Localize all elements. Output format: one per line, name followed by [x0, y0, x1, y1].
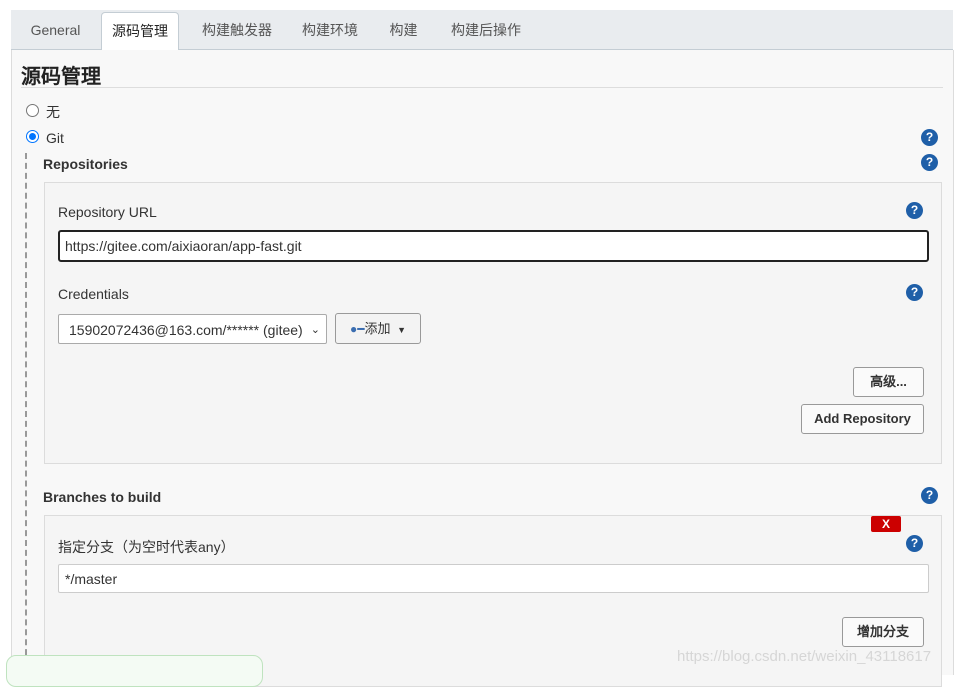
repository-url-label: Repository URL [58, 204, 157, 220]
config-tab-bar: General 源码管理 构建触发器 构建环境 构建 构建后操作 [11, 10, 953, 51]
watermark-text: https://blog.csdn.net/weixin_43118617 [677, 648, 932, 665]
tab-build-triggers[interactable]: 构建触发器 [191, 10, 283, 49]
section-title: 源码管理 [21, 66, 101, 88]
credentials-selected-value: 15902072436@163.com/****** (gitee) [69, 322, 303, 338]
credentials-select[interactable]: 15902072436@163.com/****** (gitee) ⌄ [58, 314, 327, 344]
add-credentials-label: 添加 [364, 321, 391, 336]
branches-help-icon[interactable]: ? [921, 487, 938, 504]
git-help-icon[interactable]: ? [921, 129, 938, 146]
tab-build[interactable]: 构建 [381, 10, 426, 49]
branches-to-build-label: Branches to build [43, 489, 162, 505]
save-bar [6, 655, 263, 687]
delete-branch-button[interactable]: X [871, 516, 901, 532]
add-credentials-button[interactable]: ●━添加 ▼ [335, 313, 421, 344]
branch-specifier-help-icon[interactable]: ? [906, 535, 923, 552]
tab-general[interactable]: General [22, 10, 89, 49]
branch-specifier-input[interactable]: */master [58, 564, 929, 593]
repositories-help-icon[interactable]: ? [921, 154, 938, 171]
git-config-dashed-guide [25, 153, 27, 675]
section-divider [21, 87, 943, 88]
chevron-down-icon: ⌄ [310, 324, 320, 336]
credentials-help-icon[interactable]: ? [906, 284, 923, 301]
repository-url-input[interactable]: https://gitee.com/aixiaoran/app-fast.git [58, 230, 929, 262]
add-branch-button[interactable]: 增加分支 [842, 617, 924, 647]
tab-source-code-management[interactable]: 源码管理 [101, 12, 179, 51]
scm-none-label: 无 [46, 104, 60, 120]
scm-git-label: Git [46, 130, 64, 146]
credentials-label: Credentials [58, 286, 129, 302]
repositories-label: Repositories [43, 156, 128, 172]
advanced-button[interactable]: 高级... [853, 367, 924, 397]
branch-specifier-label: 指定分支（为空时代表any） [58, 539, 235, 555]
scm-none-radio[interactable] [26, 104, 39, 117]
tab-build-environment[interactable]: 构建环境 [293, 10, 367, 49]
caret-down-icon: ▼ [397, 325, 407, 335]
scm-git-radio[interactable] [26, 130, 39, 143]
add-repository-button[interactable]: Add Repository [801, 404, 924, 434]
tab-post-build-actions[interactable]: 构建后操作 [440, 10, 532, 49]
repository-url-help-icon[interactable]: ? [906, 202, 923, 219]
key-icon: ●━ [349, 322, 365, 336]
